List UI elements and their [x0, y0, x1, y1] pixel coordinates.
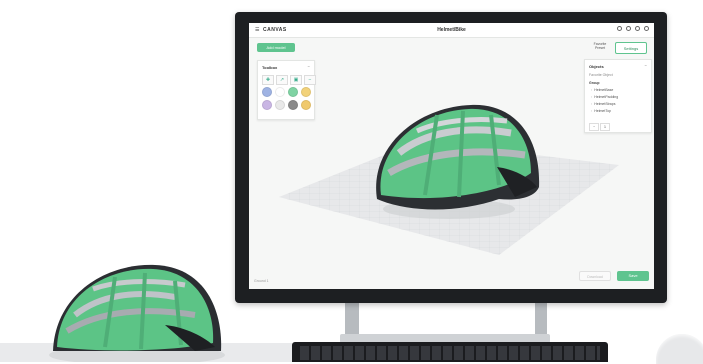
share-icon[interactable] — [626, 26, 631, 31]
collapse-icon[interactable]: − — [645, 63, 647, 68]
document-title: Helmet/Bike — [437, 27, 466, 33]
save-button[interactable]: Save — [617, 271, 649, 281]
objects-subtitle: Favorite Object — [589, 73, 613, 77]
info-icon[interactable] — [635, 26, 640, 31]
keyboard-keys — [300, 346, 600, 360]
quantity-value[interactable]: 1 — [600, 123, 610, 131]
header-toolbar — [617, 26, 649, 31]
mouse — [656, 334, 703, 364]
object-list-item[interactable]: HelmetPadding — [591, 94, 618, 101]
objects-panel: Objects − Favorite Object Group HelmetBa… — [584, 59, 652, 133]
decrement-button[interactable]: − — [589, 123, 599, 131]
product-photo: ☰ CANVAS Helmet/Bike Add model Favorite … — [0, 0, 703, 364]
object-list: HelmetBase HelmetPadding HelmetStraps He… — [591, 87, 618, 115]
object-list-item[interactable]: HelmetTop — [591, 108, 618, 115]
floor-label: Ground 1 — [254, 279, 269, 283]
object-list-item[interactable]: HelmetStraps — [591, 101, 618, 108]
physical-helmet — [49, 264, 225, 362]
help-icon[interactable] — [617, 26, 622, 31]
download-button[interactable]: Download — [579, 271, 611, 281]
app-header: ☰ CANVAS Helmet/Bike — [249, 23, 654, 38]
keyboard — [292, 342, 608, 362]
quantity-stepper: − 1 — [589, 123, 610, 131]
objects-title: Objects — [589, 64, 604, 69]
group-label: Group — [589, 81, 600, 85]
object-list-item[interactable]: HelmetBase — [591, 87, 618, 94]
app-screen: ☰ CANVAS Helmet/Bike Add model Favorite … — [249, 23, 654, 289]
user-icon[interactable] — [644, 26, 649, 31]
